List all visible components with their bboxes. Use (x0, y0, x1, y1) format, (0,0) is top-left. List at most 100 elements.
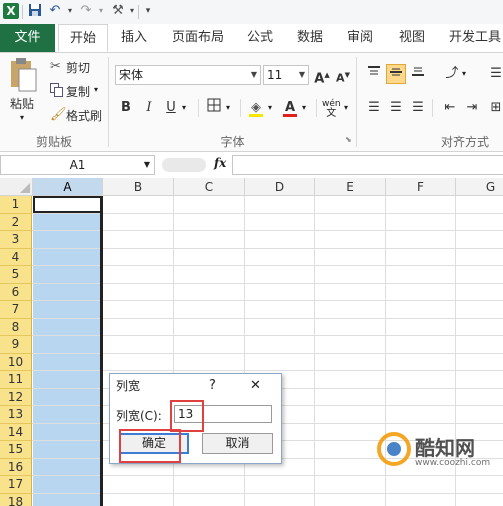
phonetic-dropdown-icon[interactable]: ▾ (344, 103, 348, 112)
row-header-9[interactable]: 9 (0, 336, 32, 354)
fill-color-icon[interactable]: ◈ (246, 98, 266, 118)
bold-button[interactable]: B (116, 98, 136, 118)
row-header-3[interactable]: 3 (0, 231, 32, 249)
underline-button[interactable]: U (161, 98, 181, 118)
tab-insert[interactable]: 插入 (112, 24, 156, 52)
font-color-dropdown-icon[interactable]: ▾ (302, 103, 306, 112)
row-header-13[interactable]: 13 (0, 406, 32, 424)
group-separator (108, 57, 109, 147)
row-header-8[interactable]: 8 (0, 318, 32, 336)
align-bottom-icon[interactable] (408, 64, 428, 84)
font-dialog-launcher-icon[interactable]: ⬊ (345, 135, 352, 144)
font-name-select[interactable]: 宋体 ▼ (115, 65, 261, 85)
shrink-font-icon[interactable]: A▼ (333, 65, 353, 85)
orientation-icon[interactable]: ⤴ (442, 64, 462, 84)
column-header-c[interactable]: C (174, 178, 245, 196)
format-painter-button[interactable]: 格式刷 (66, 107, 102, 124)
row-header-5[interactable]: 5 (0, 266, 32, 284)
row-header-14[interactable]: 14 (0, 423, 32, 441)
tab-data[interactable]: 数据 (290, 24, 330, 52)
insert-function-icon[interactable]: fx (214, 156, 226, 170)
ok-highlight-box (119, 429, 181, 463)
column-header-g[interactable]: G (456, 178, 503, 196)
column-width-label: 列宽(C): (116, 409, 162, 423)
borders-icon[interactable] (204, 98, 224, 118)
close-icon[interactable]: ✕ (250, 374, 261, 398)
name-box[interactable]: A1 ▼ (0, 155, 155, 175)
row-header-12[interactable]: 12 (0, 388, 32, 406)
column-header-d[interactable]: D (245, 178, 315, 196)
wrap-text-icon[interactable]: ☰ (486, 64, 503, 84)
row-header-7[interactable]: 7 (0, 301, 32, 319)
paste-button[interactable]: 粘贴 (10, 95, 34, 112)
row-header-2[interactable]: 2 (0, 213, 32, 231)
select-all-corner[interactable] (0, 178, 33, 196)
save-icon[interactable] (27, 3, 43, 19)
increase-indent-icon[interactable]: ⇥ (462, 98, 482, 118)
merge-center-icon[interactable]: ⊞ (486, 98, 503, 118)
row-header-18[interactable]: 18 (0, 493, 32, 506)
cut-button[interactable]: 剪切 (66, 59, 90, 76)
separator (138, 5, 139, 19)
font-color-icon[interactable]: A (280, 98, 300, 118)
align-top-icon[interactable] (364, 64, 384, 84)
italic-button[interactable]: I (139, 98, 159, 118)
formula-input[interactable] (232, 155, 503, 175)
redo-dropdown-icon[interactable]: ▾ (93, 3, 109, 19)
row-header-6[interactable]: 6 (0, 283, 32, 301)
quick-access-toolbar: X ↶ ▾ ↷ ▾ ⚒ ▾ ▾ (0, 0, 503, 25)
font-size-select[interactable]: 11 ▼ (263, 65, 309, 85)
row-header-4[interactable]: 4 (0, 248, 32, 266)
fill-color-dropdown-icon[interactable]: ▾ (268, 103, 272, 112)
alignment-group-label: 对齐方式 (440, 135, 489, 149)
row-header-16[interactable]: 16 (0, 458, 32, 476)
borders-dropdown-icon[interactable]: ▾ (226, 103, 230, 112)
tab-file[interactable]: 文件 (0, 24, 55, 52)
copy-button[interactable]: 复制 (66, 83, 90, 100)
row-header-17[interactable]: 17 (0, 476, 32, 494)
row-header-15[interactable]: 15 (0, 441, 32, 459)
dialog-title: 列宽 (116, 379, 141, 393)
undo-icon[interactable]: ↶ (47, 3, 63, 19)
align-center-icon[interactable]: ☰ (386, 98, 406, 118)
active-cell-a1[interactable] (33, 196, 102, 213)
row-header-1[interactable]: 1 (0, 196, 32, 214)
font-size-value: 11 (267, 68, 283, 82)
tab-page-layout[interactable]: 页面布局 (166, 24, 230, 52)
cancel-button[interactable]: 取消 (202, 433, 273, 454)
paste-dropdown-icon[interactable]: ▾ (20, 113, 24, 122)
tab-formulas[interactable]: 公式 (240, 24, 280, 52)
grow-font-icon[interactable]: A▲ (312, 65, 332, 86)
orientation-dropdown-icon[interactable]: ▾ (462, 69, 466, 78)
formula-bar-grip[interactable] (162, 158, 206, 172)
watermark: 酷知网 www.coozhi.com (377, 432, 497, 472)
row-header-10[interactable]: 10 (0, 353, 32, 371)
underline-dropdown-icon[interactable]: ▾ (182, 103, 186, 112)
tab-developer[interactable]: 开发工具 (443, 24, 503, 52)
decrease-indent-icon[interactable]: ⇤ (440, 98, 460, 118)
row-header-11[interactable]: 11 (0, 371, 32, 389)
phonetic-icon[interactable]: wén 文 (322, 99, 341, 119)
watermark-brand: 酷知网 (415, 436, 475, 460)
column-header-b[interactable]: B (103, 178, 174, 196)
align-left-icon[interactable]: ☰ (364, 98, 384, 118)
column-header-e[interactable]: E (315, 178, 386, 196)
align-right-icon[interactable]: ☰ (408, 98, 428, 118)
tab-review[interactable]: 审阅 (340, 24, 380, 52)
undo-dropdown-icon[interactable]: ▾ (62, 3, 78, 19)
paste-icon[interactable] (8, 57, 38, 93)
align-middle-icon[interactable] (386, 64, 406, 84)
selected-column-a[interactable] (33, 196, 101, 506)
name-box-value: A1 (69, 158, 86, 172)
column-header-f[interactable]: F (386, 178, 456, 196)
copy-dropdown-icon[interactable]: ▾ (94, 85, 98, 94)
separator (198, 99, 199, 117)
help-button[interactable]: ? (209, 374, 216, 398)
dialog-title-bar: 列宽 ? ✕ (110, 374, 281, 398)
tab-home[interactable]: 开始 (58, 24, 108, 52)
redo-icon[interactable]: ↷ (78, 3, 94, 19)
customize-icon[interactable]: ▾ (140, 3, 156, 19)
tab-view[interactable]: 视图 (392, 24, 432, 52)
coozhi-logo-icon (377, 432, 411, 466)
column-header-a[interactable]: A (33, 178, 103, 196)
